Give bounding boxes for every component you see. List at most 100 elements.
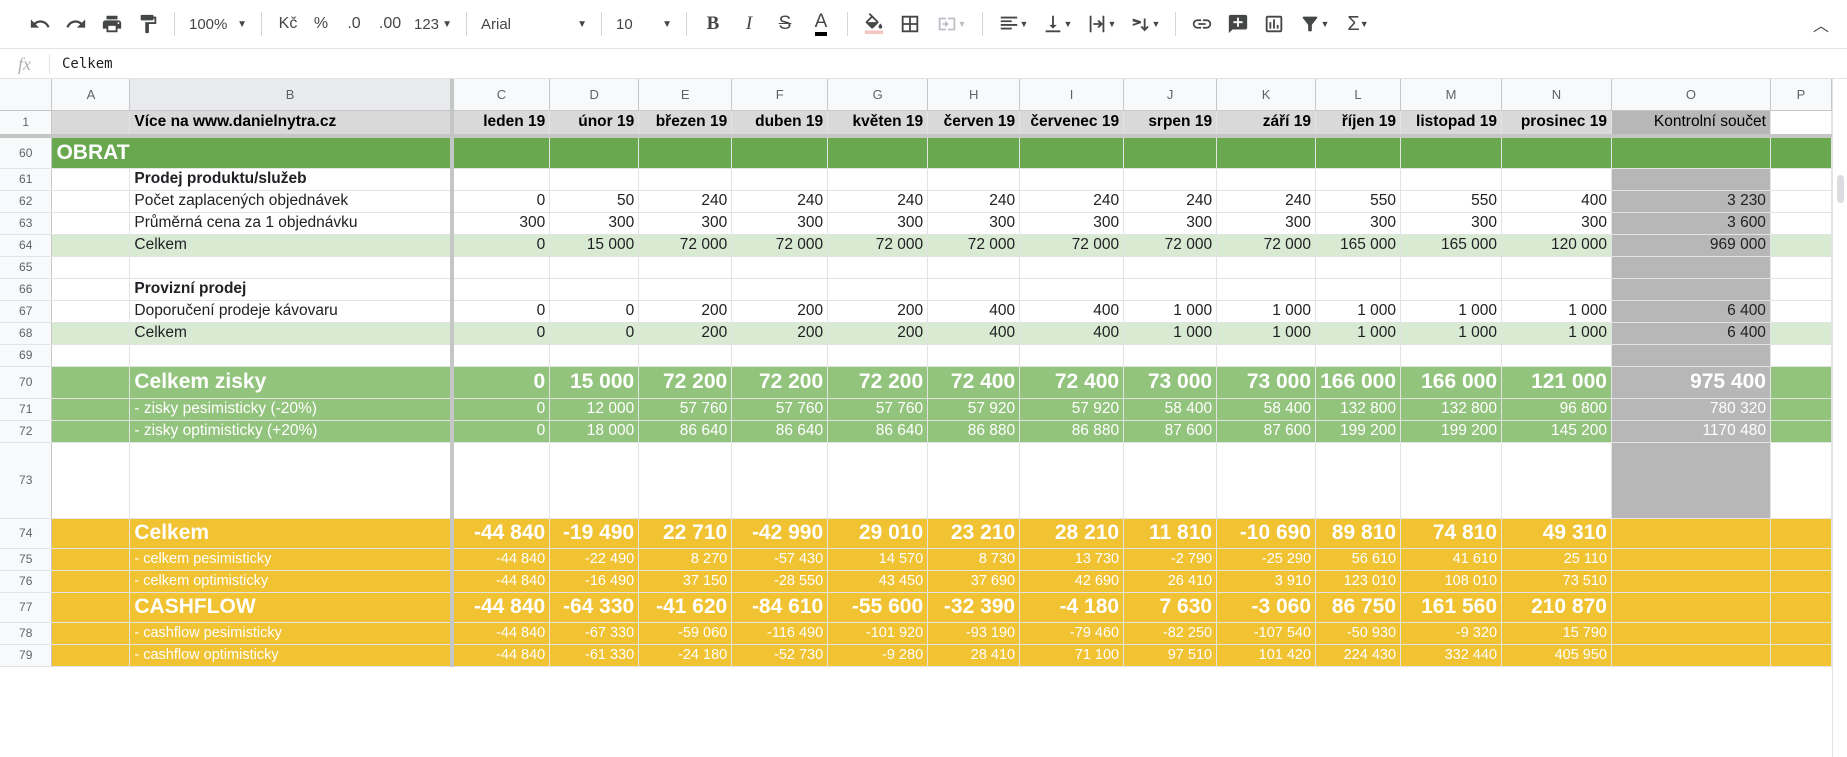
value-cell[interactable]: -93 190	[927, 622, 1021, 645]
value-cell[interactable]: -44 840	[451, 592, 551, 623]
row-label-cell[interactable]	[129, 442, 454, 519]
value-cell[interactable]: 22 710	[638, 518, 733, 549]
value-cell[interactable]: 1 000	[1123, 322, 1218, 345]
row-header[interactable]: 78	[0, 622, 53, 645]
cell[interactable]	[1770, 300, 1832, 323]
checksum-cell[interactable]	[1611, 256, 1771, 279]
value-cell[interactable]	[1123, 168, 1218, 191]
value-cell[interactable]: -9 320	[1400, 622, 1503, 645]
value-cell[interactable]: 161 560	[1400, 592, 1503, 623]
header-link-cell[interactable]: Více na www.danielnytra.cz	[129, 110, 454, 138]
cell[interactable]	[51, 398, 131, 421]
value-cell[interactable]: 72 000	[731, 234, 829, 257]
value-cell[interactable]: 57 760	[731, 398, 829, 421]
column-header[interactable]: A	[51, 79, 131, 111]
value-cell[interactable]: -10 690	[1216, 518, 1317, 549]
value-cell[interactable]: 15 000	[549, 366, 640, 399]
value-cell[interactable]: -44 840	[451, 622, 551, 645]
value-cell[interactable]	[549, 168, 640, 191]
value-cell[interactable]: 72 000	[827, 234, 929, 257]
value-cell[interactable]: 240	[731, 190, 829, 213]
value-cell[interactable]	[731, 256, 829, 279]
value-cell[interactable]	[549, 256, 640, 279]
value-cell[interactable]: -4 180	[1019, 592, 1125, 623]
value-cell[interactable]: 72 200	[638, 366, 733, 399]
value-cell[interactable]	[1019, 344, 1125, 367]
value-cell[interactable]: 23 210	[927, 518, 1021, 549]
value-cell[interactable]	[638, 442, 733, 519]
value-cell[interactable]: 400	[927, 300, 1021, 323]
value-cell[interactable]: 86 640	[827, 420, 929, 443]
checksum-cell[interactable]: 3 600	[1611, 212, 1771, 235]
value-cell[interactable]: 73 000	[1216, 366, 1317, 399]
value-cell[interactable]	[1501, 278, 1612, 301]
cell[interactable]	[1770, 548, 1832, 571]
cell[interactable]	[51, 366, 131, 399]
value-cell[interactable]: 14 570	[827, 548, 929, 571]
paint-format-icon[interactable]	[130, 9, 166, 39]
month-header[interactable]: únor 19	[549, 110, 640, 138]
value-cell[interactable]: 550	[1315, 190, 1402, 213]
value-cell[interactable]: 200	[827, 322, 929, 345]
value-cell[interactable]: 210 870	[1501, 592, 1612, 623]
value-cell[interactable]: 0	[451, 420, 551, 443]
month-header[interactable]: listopad 19	[1400, 110, 1503, 138]
row-label-cell[interactable]: Celkem	[129, 234, 454, 257]
cell[interactable]	[51, 168, 131, 191]
currency-format-button[interactable]: Kč	[270, 9, 306, 39]
value-cell[interactable]	[1123, 136, 1218, 169]
value-cell[interactable]: -67 330	[549, 622, 640, 645]
value-cell[interactable]: -44 840	[451, 570, 551, 593]
align-left-icon[interactable]: ▼	[991, 9, 1035, 39]
value-cell[interactable]: 199 200	[1400, 420, 1503, 443]
value-cell[interactable]	[1501, 136, 1612, 169]
value-cell[interactable]: 42 690	[1019, 570, 1125, 593]
value-cell[interactable]	[1315, 256, 1402, 279]
value-cell[interactable]	[1315, 278, 1402, 301]
value-cell[interactable]: -116 490	[731, 622, 829, 645]
value-cell[interactable]: -24 180	[638, 644, 733, 667]
value-cell[interactable]: 72 400	[1019, 366, 1125, 399]
comment-icon[interactable]	[1220, 9, 1256, 39]
value-cell[interactable]: 41 610	[1400, 548, 1503, 571]
decrease-decimals-button[interactable]: .0	[336, 9, 372, 39]
value-cell[interactable]: 300	[451, 212, 551, 235]
value-cell[interactable]	[451, 278, 551, 301]
value-cell[interactable]: -16 490	[549, 570, 640, 593]
value-cell[interactable]	[1123, 256, 1218, 279]
value-cell[interactable]: 3 910	[1216, 570, 1317, 593]
value-cell[interactable]: 0	[451, 322, 551, 345]
value-cell[interactable]: 96 800	[1501, 398, 1612, 421]
value-cell[interactable]	[549, 442, 640, 519]
scrollbar-thumb[interactable]	[1837, 175, 1844, 203]
cell[interactable]	[51, 212, 131, 235]
value-cell[interactable]: 0	[549, 300, 640, 323]
value-cell[interactable]: -25 290	[1216, 548, 1317, 571]
value-cell[interactable]: -107 540	[1216, 622, 1317, 645]
month-header[interactable]: leden 19	[451, 110, 551, 138]
value-cell[interactable]	[1400, 168, 1503, 191]
value-cell[interactable]: 26 410	[1123, 570, 1218, 593]
month-header[interactable]: říjen 19	[1315, 110, 1402, 138]
value-cell[interactable]	[1216, 168, 1317, 191]
checksum-cell[interactable]: 975 400	[1611, 366, 1771, 399]
row-header[interactable]: 70	[0, 366, 53, 399]
column-header[interactable]: P	[1770, 79, 1832, 111]
checksum-cell[interactable]: 1170 480	[1611, 420, 1771, 443]
cell[interactable]	[51, 420, 131, 443]
value-cell[interactable]: 15 000	[549, 234, 640, 257]
value-cell[interactable]: -84 610	[731, 592, 829, 623]
row-header[interactable]: 67	[0, 300, 53, 323]
value-cell[interactable]	[1019, 278, 1125, 301]
value-cell[interactable]: 73 000	[1123, 366, 1218, 399]
value-cell[interactable]: 87 600	[1123, 420, 1218, 443]
value-cell[interactable]: 87 600	[1216, 420, 1317, 443]
checksum-cell[interactable]	[1611, 442, 1771, 519]
cell[interactable]	[1770, 234, 1832, 257]
value-cell[interactable]	[827, 256, 929, 279]
redo-icon[interactable]	[58, 9, 94, 39]
row-header[interactable]: 68	[0, 322, 53, 345]
value-cell[interactable]	[451, 168, 551, 191]
value-cell[interactable]: 72 000	[1216, 234, 1317, 257]
checksum-cell[interactable]	[1611, 344, 1771, 367]
